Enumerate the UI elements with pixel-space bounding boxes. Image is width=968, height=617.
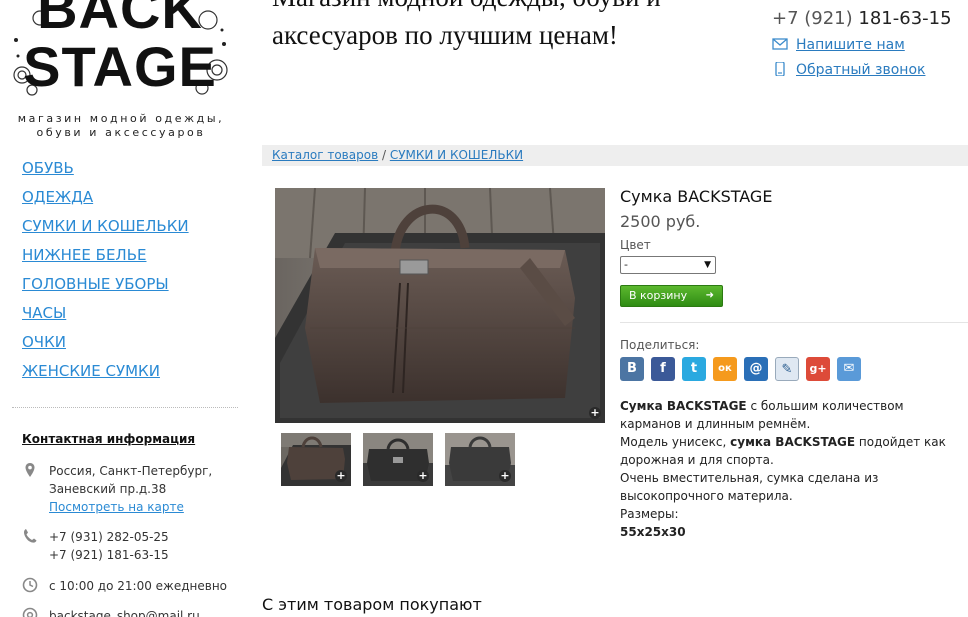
write-us-link-row: Напишите нам (772, 37, 905, 53)
address-line-1: Россия, Санкт-Петербург, (49, 464, 213, 478)
contact-phone-1: +7 (931) 282-05-25 (49, 530, 169, 544)
desc-bold-1: Сумка BACKSTAGE (620, 399, 747, 413)
share-label: Поделиться: (620, 338, 700, 352)
color-select[interactable]: - ▼ (620, 256, 716, 274)
add-to-cart-label: В корзину (629, 289, 688, 302)
product-description: Сумка BACKSTAGE с большим количеством ка… (620, 397, 965, 541)
contact-phone-2: +7 (921) 181-63-15 (49, 548, 169, 562)
product-info-divider (620, 322, 968, 323)
thumb-zoom-icon-3: + (499, 469, 511, 482)
nav-item-underwear[interactable]: НИЖНЕЕ БЕЛЬЕ (22, 246, 146, 264)
sizes-label: Размеры: (620, 507, 679, 521)
related-products-title: С этим товаром покупают (262, 595, 482, 614)
contact-info-title: Контактная информация (22, 432, 196, 446)
bag-photo (275, 188, 605, 423)
dropdown-arrow-icon: ▼ (704, 260, 711, 270)
opening-hours: с 10:00 до 21:00 ежедневно (49, 579, 228, 593)
zoom-icon[interactable]: + (589, 407, 601, 419)
twitter-icon[interactable]: t (682, 357, 706, 381)
thumb-zoom-icon-1: + (335, 469, 347, 482)
desc-paragraph-2: Модель унисекс, сумка BACKSTAGE подойдет… (620, 433, 965, 469)
product-price: 2500 руб. (620, 212, 701, 231)
breadcrumb: Каталог товаров / СУМКИ И КОШЕЛЬКИ (262, 145, 968, 166)
livejournal-icon[interactable]: ✎ (775, 357, 799, 381)
header-phone-prefix: +7 (921) (772, 8, 853, 29)
vk-icon[interactable]: В (620, 357, 644, 381)
slogan-line-2: аксесуаров по лучшим ценам! (272, 20, 618, 50)
nav-item-glasses[interactable]: ОЧКИ (22, 333, 66, 351)
breadcrumb-current-link[interactable]: СУМКИ И КОШЕЛЬКИ (390, 148, 523, 162)
product-title: Сумка BACKSTAGE (620, 187, 773, 206)
facebook-icon[interactable]: f (651, 357, 675, 381)
mailru-icon[interactable]: @ (744, 357, 768, 381)
arrow-right-icon: ➜ (705, 290, 714, 301)
category-nav: ОБУВЬ ОДЕЖДА СУМКИ И КОШЕЛЬКИ НИЖНЕЕ БЕЛ… (22, 156, 189, 388)
site-logo[interactable]: BACK STAGE (12, 0, 228, 96)
add-to-cart-button[interactable]: В корзину ➜ (620, 285, 723, 307)
desc-paragraph-3: Очень вместительная, сумка сделана из вы… (620, 471, 879, 503)
product-thumbnail-3[interactable]: + (445, 433, 515, 486)
nav-item-shoes[interactable]: ОБУВЬ (22, 159, 74, 177)
product-thumbnail-2[interactable]: + (363, 433, 433, 486)
header-phone: +7 (921) 181-63-15 (772, 8, 952, 29)
sidebar-divider (12, 407, 238, 408)
header-phone-number: 181-63-15 (858, 8, 952, 29)
write-us-link[interactable]: Напишите нам (796, 37, 905, 53)
slogan-line-1: Магазин модной одежды, обуви и (272, 0, 752, 16)
at-sign-icon (22, 607, 38, 617)
view-map-link[interactable]: Посмотреть на карте (49, 500, 184, 514)
desc-text-2: Модель унисекс, (620, 435, 731, 449)
googleplus-icon[interactable]: g+ (806, 357, 830, 381)
envelope-icon (772, 38, 788, 50)
callback-link-row: Обратный звонок (772, 62, 925, 78)
location-pin-icon (25, 463, 35, 477)
nav-item-watches[interactable]: ЧАСЫ (22, 304, 66, 322)
color-label: Цвет (620, 238, 651, 252)
nav-item-womens-bags[interactable]: ЖЕНСКИЕ СУМКИ (22, 362, 160, 380)
thumb-zoom-icon-2: + (417, 469, 429, 482)
product-main-image[interactable]: + (275, 188, 605, 423)
product-thumbnail-1[interactable]: + (281, 433, 351, 486)
logo-word-stage: STAGE (23, 35, 217, 96)
email-share-icon[interactable]: ✉ (837, 357, 861, 381)
desc-paragraph-1: Сумка BACKSTAGE с большим количеством ка… (620, 397, 965, 433)
nav-item-bags-wallets[interactable]: СУМКИ И КОШЕЛЬКИ (22, 217, 189, 235)
nav-item-clothing[interactable]: ОДЕЖДА (22, 188, 93, 206)
desc-bold-2: сумка BACKSTAGE (730, 435, 856, 449)
callback-link[interactable]: Обратный звонок (796, 62, 925, 78)
phone-icon (24, 529, 37, 543)
address-line-2: Заневский пр.д.38 (49, 482, 167, 496)
breadcrumb-separator: / (378, 148, 390, 162)
clock-icon (22, 577, 38, 593)
nav-item-hats[interactable]: ГОЛОВНЫЕ УБОРЫ (22, 275, 169, 293)
logo-subtitle: магазин модной одежды, обуви и аксессуар… (17, 112, 225, 139)
sizes-value: 55x25x30 (620, 525, 686, 539)
color-select-value: - (624, 258, 628, 271)
breadcrumb-catalog-link[interactable]: Каталог товаров (272, 148, 378, 162)
odnoklassniki-icon[interactable]: ок (713, 357, 737, 381)
phone-handset-icon (775, 62, 785, 76)
contact-email-text: backstage_shop@mail.ru (49, 609, 200, 617)
site-slogan: Магазин модной одежды, обуви и аксесуаро… (272, 0, 752, 54)
